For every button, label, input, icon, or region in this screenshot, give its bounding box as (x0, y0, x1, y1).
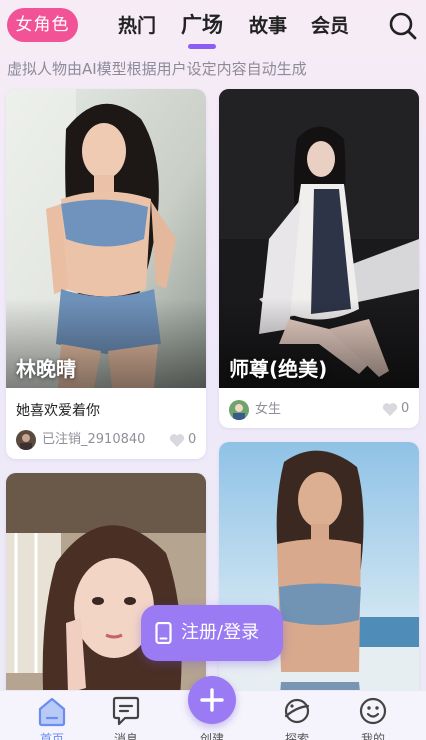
home-icon (38, 697, 66, 727)
register-login-button[interactable]: 注册/登录 (141, 605, 283, 661)
like-count: 0 (188, 432, 197, 447)
create-button[interactable] (188, 676, 236, 724)
nav-profile[interactable]: 我的 (343, 691, 403, 740)
author-avatar (16, 430, 36, 450)
ai-disclaimer-text: 虚拟人物由AI模型根据用户设定内容自动生成 (7, 60, 307, 78)
author-name: 女生 (255, 402, 282, 417)
nav-explore[interactable]: 探索 (267, 691, 327, 740)
character-name: 师尊(绝美) (229, 357, 328, 381)
nav-home[interactable]: 首页 (22, 691, 82, 740)
register-login-label: 注册/登录 (181, 622, 260, 643)
tab-square[interactable]: 广场 (181, 11, 223, 39)
nav-profile-label: 我的 (360, 732, 385, 740)
nav-home-label: 首页 (39, 732, 64, 740)
active-tab-indicator (188, 44, 216, 49)
plus-icon (200, 688, 224, 712)
nav-messages-label: 消息 (113, 732, 138, 740)
character-card[interactable]: 林晚晴 她喜欢爱着你 已注销_2910840 0 (6, 89, 206, 459)
author-avatar (229, 400, 249, 420)
nav-messages[interactable]: 消息 (96, 691, 156, 740)
gender-filter-pill[interactable]: 女角色 (7, 8, 78, 42)
like-count: 0 (401, 401, 410, 416)
heart-icon[interactable] (169, 433, 185, 448)
nav-explore-label: 探索 (284, 732, 309, 740)
tab-member[interactable]: 会员 (311, 12, 349, 40)
search-icon[interactable] (388, 11, 418, 41)
character-photo (219, 89, 419, 388)
character-photo (6, 89, 206, 388)
phone-icon (155, 622, 172, 644)
tab-story[interactable]: 故事 (249, 12, 287, 40)
top-header: 女角色 热门 广场 故事 会员 (0, 0, 426, 56)
tab-hot[interactable]: 热门 (118, 12, 156, 40)
heart-icon[interactable] (382, 402, 398, 417)
author-name: 已注销_2910840 (42, 432, 146, 447)
message-icon (112, 696, 140, 726)
smiley-icon (359, 697, 387, 725)
planet-icon (284, 698, 310, 724)
nav-create-label: 创建 (199, 732, 224, 740)
character-card[interactable]: 师尊(绝美) 女生 0 (219, 89, 419, 428)
character-name: 林晚晴 (16, 357, 76, 381)
character-description: 她喜欢爱着你 (16, 403, 100, 419)
